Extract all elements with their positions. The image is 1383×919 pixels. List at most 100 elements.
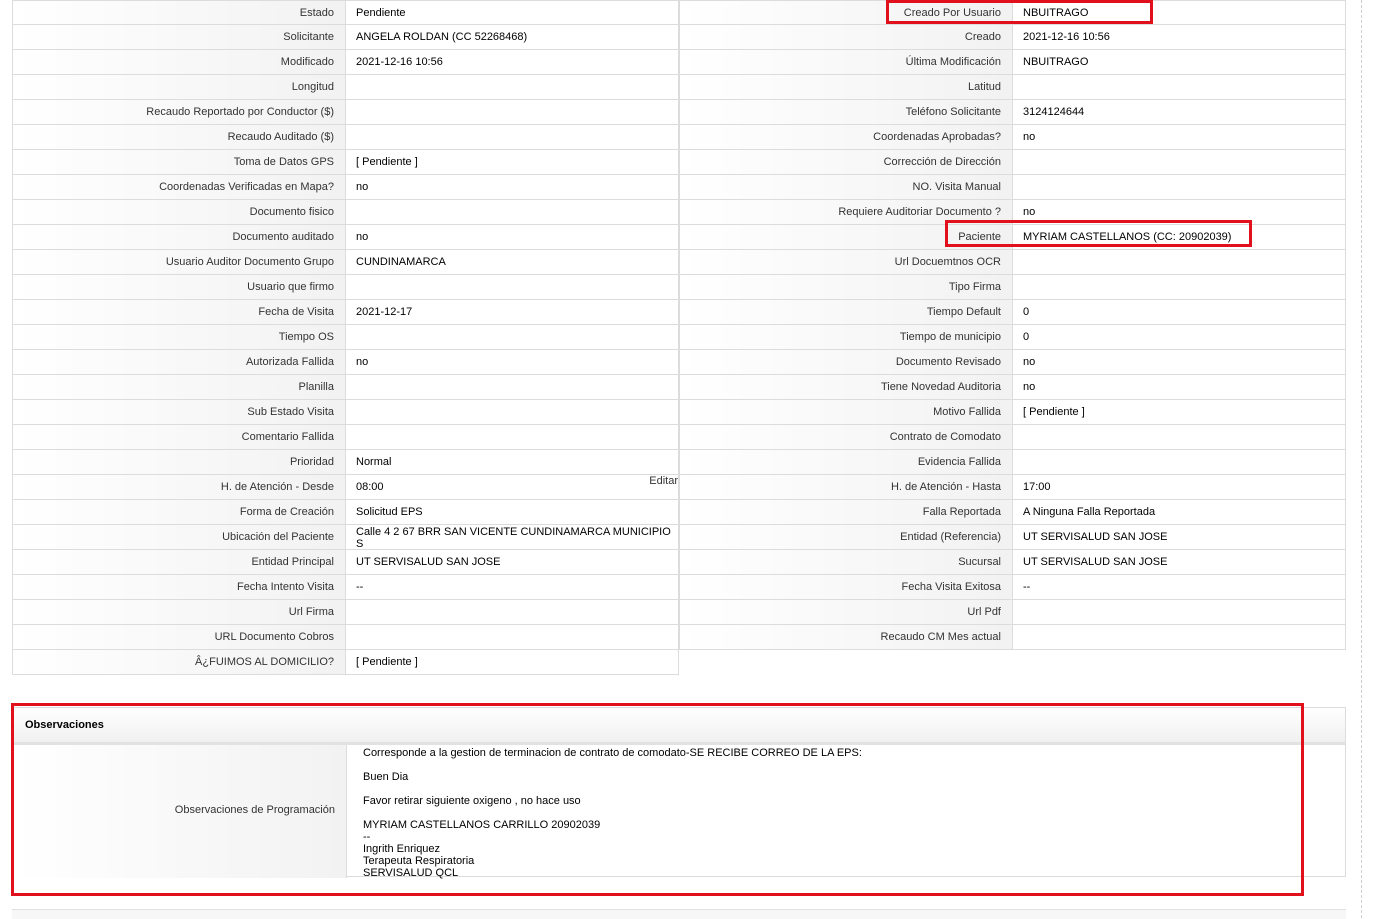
field-value: no: [346, 225, 679, 250]
field-label: URL Documento Cobros: [12, 625, 346, 650]
field-label: Comentario Fallida: [12, 425, 346, 450]
detail-row: Coordenadas Verificadas en Mapa? no NO. V…: [12, 175, 1346, 200]
field-label: Modificado: [12, 50, 346, 75]
field-label: Url Pdf: [679, 600, 1013, 625]
field-value: no: [346, 175, 679, 200]
detail-row: Forma de Creación Solicitud EPS Falla Repo…: [12, 500, 1346, 525]
edit-link[interactable]: Editar: [649, 475, 678, 493]
field-label: Fecha Intento Visita: [12, 575, 346, 600]
field-label: Tipo Firma: [679, 275, 1013, 300]
detail-row: Fecha de Visita 2021-12-17 Tiempo Default…: [12, 300, 1346, 325]
field-value: NBUITRAGO: [1013, 50, 1346, 75]
observaciones-programacion-label: Observaciones de Programación: [13, 745, 347, 878]
field-label: Url Firma: [12, 600, 346, 625]
page-edge-divider: [1361, 0, 1362, 918]
field-label: Sub Estado Visita: [12, 400, 346, 425]
field-value: 2021-12-16 10:56: [1013, 25, 1346, 50]
detail-row: Documento auditado no Paciente MYRIAM CAST…: [12, 225, 1346, 250]
field-value: [346, 375, 679, 400]
field-value: UT SERVISALUD SAN JOSE: [346, 550, 679, 575]
field-value: 0: [1013, 300, 1346, 325]
detail-row: Prioridad Normal Evidencia Fallida: [12, 450, 1346, 475]
field-value: 17:00: [1013, 475, 1346, 500]
field-value: no: [1013, 200, 1346, 225]
field-label: Requiere Auditoriar Documento ?: [679, 200, 1013, 225]
field-label: Prioridad: [12, 450, 346, 475]
observaciones-line: Corresponde a la gestion de terminacion …: [363, 747, 862, 759]
field-label: Fecha de Visita: [12, 300, 346, 325]
field-label: Autorizada Fallida: [12, 350, 346, 375]
field-value: A Ninguna Falla Reportada: [1013, 500, 1346, 525]
field-value: [1013, 250, 1346, 275]
field-value: no: [1013, 125, 1346, 150]
field-label: Ubicación del Paciente: [12, 525, 346, 550]
detail-row: Longitud Latitud: [12, 75, 1346, 100]
field-value: --: [1013, 575, 1346, 600]
field-label: Forma de Creación: [12, 500, 346, 525]
field-label: Entidad Principal: [12, 550, 346, 575]
field-value: [ Pendiente ]: [346, 150, 679, 175]
field-value: [346, 400, 679, 425]
field-label: Â¿FUIMOS AL DOMICILIO?: [12, 650, 346, 675]
field-value: [ Pendiente ]: [1013, 400, 1346, 425]
field-value: MYRIAM CASTELLANOS (CC: 20902039): [1013, 225, 1346, 250]
field-label: NO. Visita Manual: [679, 175, 1013, 200]
field-value: 0: [1013, 325, 1346, 350]
field-value: Solicitud EPS: [346, 500, 679, 525]
field-label: Teléfono Solicitante: [679, 100, 1013, 125]
field-value: CUNDINAMARCA: [346, 250, 679, 275]
field-label: Contrato de Comodato: [679, 425, 1013, 450]
field-label: Coordenadas Aprobadas?: [679, 125, 1013, 150]
detail-row: Recaudo Reportado por Conductor ($) Teléf…: [12, 100, 1346, 125]
field-label: Paciente: [679, 225, 1013, 250]
field-label: Tiempo de municipio: [679, 325, 1013, 350]
field-value: [1013, 150, 1346, 175]
detail-row: Ubicación del Paciente Calle 4 2 67 BRR S…: [12, 525, 1346, 550]
field-label: Estado: [12, 0, 346, 25]
detail-row: Entidad Principal UT SERVISALUD SAN JOSE S…: [12, 550, 1346, 575]
field-label: Latitud: [679, 75, 1013, 100]
field-label: Recaudo Reportado por Conductor ($): [12, 100, 346, 125]
field-label: Recaudo CM Mes actual: [679, 625, 1013, 650]
field-value: [346, 275, 679, 300]
field-value: [346, 425, 679, 450]
field-label: Tiene Novedad Auditoria: [679, 375, 1013, 400]
field-value: [1013, 75, 1346, 100]
detail-row: Url Firma Url Pdf: [12, 600, 1346, 625]
field-value: 08:00 Editar: [346, 475, 679, 500]
field-value: [1013, 275, 1346, 300]
field-label: Documento fisico: [12, 200, 346, 225]
detail-row: Sub Estado Visita Motivo Fallida[ Pendien…: [12, 400, 1346, 425]
field-value: [346, 125, 679, 150]
detail-row: Usuario que firmo Tipo Firma: [12, 275, 1346, 300]
field-value: Pendiente: [346, 0, 679, 25]
field-label: Url Docuemtnos OCR: [679, 250, 1013, 275]
detail-row: Documento fisico Requiere Auditoriar Docu…: [12, 200, 1346, 225]
field-label: Fecha Visita Exitosa: [679, 575, 1013, 600]
field-label: Longitud: [12, 75, 346, 100]
field-value: no: [1013, 350, 1346, 375]
field-label: H. de Atención - Hasta: [679, 475, 1013, 500]
field-label: Recaudo Auditado ($): [12, 125, 346, 150]
field-value: Calle 4 2 67 BRR SAN VICENTE CUNDINAMARC…: [346, 525, 679, 550]
field-value: [346, 75, 679, 100]
field-label: Creado: [679, 25, 1013, 50]
observaciones-line: [363, 783, 862, 795]
observaciones-line: MYRIAM CASTELLANOS CARRILLO 20902039: [363, 819, 601, 831]
detail-row: Recaudo Auditado ($) Coordenadas Aprobada…: [12, 125, 1346, 150]
observaciones-header: Observaciones: [13, 708, 1345, 745]
detail-row: Autorizada Fallida no Documento Revisado …: [12, 350, 1346, 375]
detail-row: Estado Pendiente Creado Por Usuario NBUITRA…: [12, 0, 1346, 25]
observaciones-row: Observaciones de Programación Correspond…: [13, 745, 1345, 879]
field-value: no: [1013, 375, 1346, 400]
field-value: ANGELA ROLDAN (CC 52268468): [346, 25, 679, 50]
observaciones-line: Terapeuta Respiratoria: [363, 855, 475, 867]
field-value: UT SERVISALUD SAN JOSE: [1013, 550, 1346, 575]
field-value: [1013, 600, 1346, 625]
field-value: [ Pendiente ]: [346, 650, 679, 675]
field-label: Última Modificación: [679, 50, 1013, 75]
detail-row: Tiempo OS Tiempo de municipio 0: [12, 325, 1346, 350]
field-label: Creado Por Usuario: [679, 0, 1013, 25]
detail-row: Modificado 2021-12-16 10:56 Última Modific…: [12, 50, 1346, 75]
empty-cell: [679, 650, 1346, 675]
